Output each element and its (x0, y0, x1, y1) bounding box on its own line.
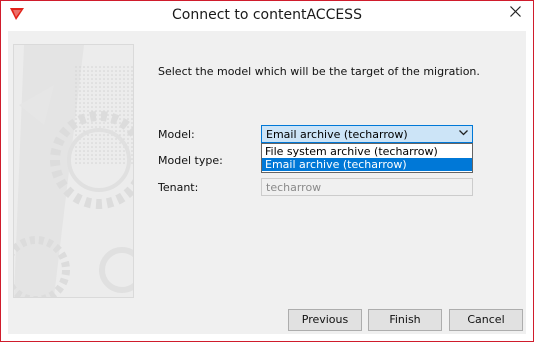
window-title: Connect to contentACCESS (172, 7, 362, 23)
dialog-content: Select the model which will be the targe… (8, 31, 526, 334)
model-select[interactable]: Email archive (techarrow) (261, 125, 473, 143)
tenant-field: techarrow (261, 178, 473, 196)
model-type-label: Model type: (158, 154, 223, 167)
close-icon (510, 6, 521, 17)
instruction-text: Select the model which will be the targe… (158, 65, 480, 78)
dialog-window: Connect to contentACCESS Select the mode… (0, 0, 534, 342)
close-button[interactable] (501, 2, 531, 21)
chevron-down-icon (459, 130, 468, 136)
model-dropdown-list: File system archive (techarrow) Email ar… (261, 143, 473, 173)
model-select-value: Email archive (techarrow) (266, 128, 408, 141)
previous-button[interactable]: Previous (288, 309, 362, 331)
cancel-button[interactable]: Cancel (449, 309, 523, 331)
model-option-email-archive[interactable]: Email archive (techarrow) (262, 158, 472, 171)
title-bar[interactable]: Connect to contentACCESS (1, 1, 533, 31)
tenant-label: Tenant: (158, 181, 199, 194)
model-option-file-system[interactable]: File system archive (techarrow) (262, 145, 472, 158)
tenant-value: techarrow (266, 181, 322, 194)
model-label: Model: (158, 128, 195, 141)
finish-button[interactable]: Finish (368, 309, 442, 331)
decorative-banner-image (13, 44, 134, 298)
